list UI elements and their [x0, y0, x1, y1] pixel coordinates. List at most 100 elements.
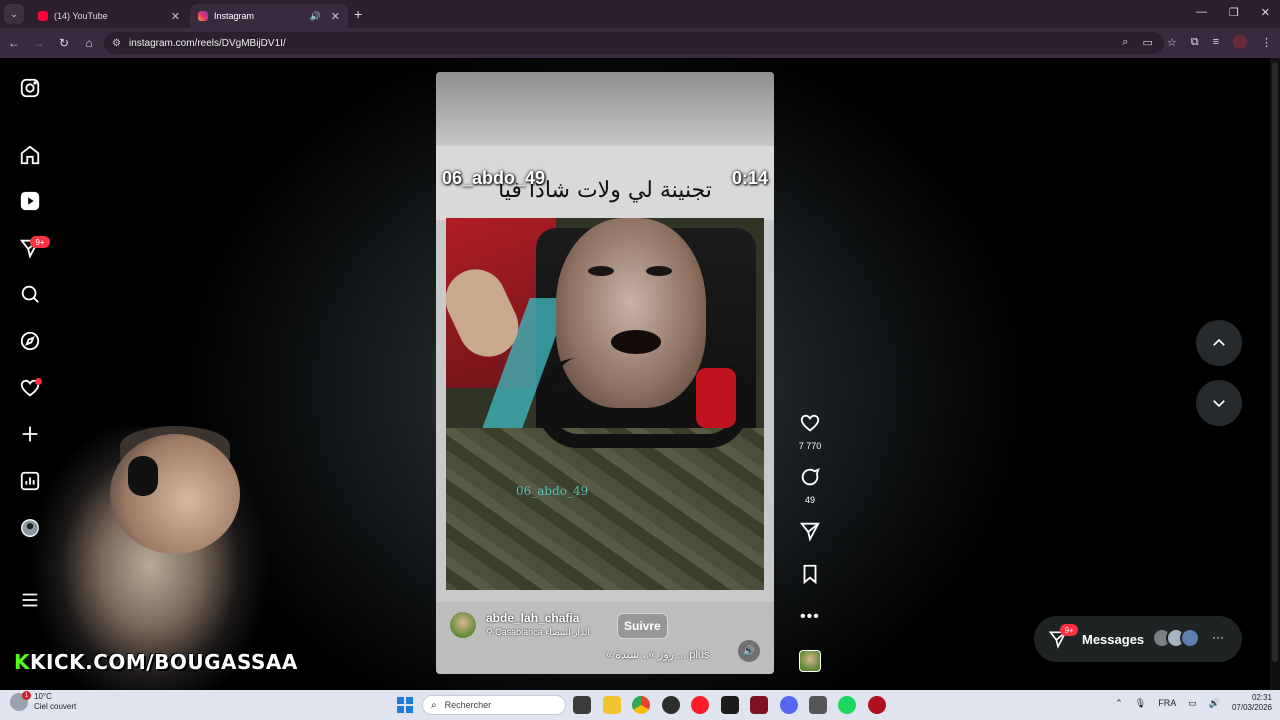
previous-reel-button[interactable] [1196, 320, 1242, 366]
app-icon[interactable] [809, 696, 827, 714]
weather-badge: 1 [22, 691, 31, 700]
bookmark-icon[interactable] [799, 563, 821, 585]
bookmark-star-icon[interactable]: ☆ [1167, 36, 1177, 49]
restore-icon[interactable]: ❐ [1229, 6, 1239, 19]
language-indicator[interactable]: FRA [1158, 698, 1176, 708]
start-button[interactable] [397, 697, 413, 713]
chrome-icon[interactable] [632, 696, 650, 714]
media-icon[interactable]: ≡ [1213, 36, 1219, 48]
url-text: instagram.com/reels/DVgMBijDV1I/ [128, 37, 286, 49]
forward-icon[interactable]: → [28, 36, 50, 50]
opera-icon[interactable] [691, 696, 709, 714]
window-controls: — ❐ ✕ [1196, 6, 1270, 19]
streamer-head [110, 434, 240, 554]
chevron-down-icon [1213, 400, 1225, 408]
notifications-badge: 9+ [30, 236, 50, 248]
tab-instagram[interactable]: Instagram 🔊 ✕ [190, 4, 348, 28]
reel-player[interactable]: تجنينة لي ولات شادّا فيا 06_abdo_49 0:14… [436, 72, 774, 674]
kick-url-text: KICK.COM/BOUGASSAA [30, 650, 298, 674]
clock-time: 02:31 [1251, 693, 1272, 702]
messages-button[interactable]: 9+ Messages ··· [1034, 616, 1242, 662]
tab-youtube[interactable]: (14) YouTube ✕ [30, 4, 188, 28]
speaker-icon[interactable]: 🔊 [310, 11, 321, 22]
author-username[interactable]: abde_lah_chafia [486, 611, 579, 625]
search-icon[interactable] [18, 282, 42, 306]
network-icon[interactable]: ▭ [1188, 698, 1197, 709]
home-icon[interactable]: ⌂ [78, 36, 100, 50]
zoom-icon[interactable]: ⌕ [1122, 36, 1128, 49]
back-icon[interactable]: ← [3, 36, 25, 50]
page-scrollbar[interactable] [1270, 58, 1280, 690]
share-icon[interactable] [799, 520, 821, 542]
app-icon[interactable] [868, 696, 886, 714]
close-tab-icon[interactable]: ✕ [171, 10, 180, 23]
discord-icon[interactable] [780, 696, 798, 714]
file-explorer-icon[interactable] [603, 696, 621, 714]
messages-badge: 9+ [1060, 624, 1078, 636]
more-icon: ··· [1212, 630, 1224, 644]
taskbar-search[interactable]: ⌕ Rechercher [422, 695, 566, 715]
tab-search-button[interactable]: ⌄ [4, 4, 24, 24]
cast-icon[interactable]: ▭ [1142, 36, 1152, 49]
task-view-icon[interactable] [573, 696, 591, 714]
share-action[interactable] [796, 520, 824, 547]
notification-dot [35, 378, 42, 385]
scrollbar-thumb[interactable] [1272, 62, 1278, 662]
home-icon[interactable] [18, 143, 42, 167]
video-watermark: 06_abdo_49 [516, 484, 589, 498]
youtube-icon [38, 11, 48, 21]
author-location[interactable]: ⚲ Casablanca الدار البيضاء [486, 627, 590, 638]
conversation-avatars [1152, 628, 1200, 648]
clock-date: 07/03/2026 [1231, 703, 1272, 712]
camouflage-shirt [446, 428, 764, 590]
reel-caption[interactable]: « روز ».، سيدة ... plus [606, 648, 710, 661]
person-eye [588, 266, 614, 276]
address-bar-row: ← → ↻ ⌂ ⚙ instagram.com/reels/DVgMBijDV1… [0, 28, 1280, 58]
person-eye [646, 266, 672, 276]
streamer-headphones [128, 456, 158, 496]
heart-icon[interactable] [799, 412, 821, 434]
follow-button[interactable]: Suivre [617, 613, 668, 639]
spotify-icon[interactable] [838, 696, 856, 714]
reels-icon[interactable] [18, 189, 42, 213]
weather-widget[interactable]: 1 10°C Ciel couvert [10, 691, 76, 712]
messages-label: Messages [1082, 631, 1145, 647]
headset-earcup [696, 368, 736, 428]
tab-title: Instagram [214, 11, 255, 21]
reel-video-frame[interactable]: 06_abdo_49 [446, 218, 764, 590]
comment-action[interactable]: 49 [796, 466, 824, 505]
comment-icon[interactable] [799, 466, 821, 488]
site-info-icon[interactable]: ⚙ [112, 38, 121, 49]
profile-avatar[interactable] [1233, 35, 1247, 49]
kick-app-icon[interactable] [721, 696, 739, 714]
reload-icon[interactable]: ↻ [53, 36, 75, 50]
author-avatar[interactable] [450, 612, 476, 638]
volume-icon[interactable]: 🔊 [1209, 698, 1220, 709]
adobe-icon[interactable] [750, 696, 768, 714]
kick-logo-letter: K [14, 650, 30, 674]
browser-tab-bar: ⌄ (14) YouTube ✕ Instagram 🔊 ✕ + — ❐ ✕ [0, 0, 1280, 28]
more-options-icon[interactable]: ••• [800, 608, 820, 626]
instagram-logo-icon[interactable] [18, 76, 42, 100]
obs-icon[interactable] [662, 696, 680, 714]
original-audio-thumbnail[interactable] [799, 650, 821, 672]
close-tab-icon[interactable]: ✕ [331, 10, 340, 23]
kick-stream-overlay: KKICK.COM/BOUGASSAA [14, 650, 298, 674]
explore-icon[interactable] [18, 329, 42, 353]
location-text: Casablanca الدار البيضاء [495, 627, 590, 637]
microphone-icon[interactable]: 🎙 [1135, 698, 1146, 709]
browser-menu-icon[interactable]: ⋮ [1261, 36, 1272, 49]
tray-overflow-icon[interactable]: ⌃ [1115, 698, 1123, 709]
like-action[interactable]: 7 770 [796, 412, 824, 451]
clock[interactable]: 02:31 07/03/2026 [1232, 693, 1272, 713]
new-tab-button[interactable]: + [354, 6, 362, 22]
minimize-icon[interactable]: — [1196, 6, 1207, 19]
sound-toggle-icon[interactable]: 🔊 [738, 640, 760, 662]
close-window-icon[interactable]: ✕ [1261, 6, 1270, 19]
save-action[interactable] [796, 563, 824, 590]
comment-count: 49 [804, 495, 815, 505]
next-reel-button[interactable] [1196, 380, 1242, 426]
url-field[interactable]: ⚙ instagram.com/reels/DVgMBijDV1I/ [104, 32, 1164, 54]
person-mouth [611, 330, 661, 354]
extensions-icon[interactable]: ⧉ [1191, 36, 1199, 49]
